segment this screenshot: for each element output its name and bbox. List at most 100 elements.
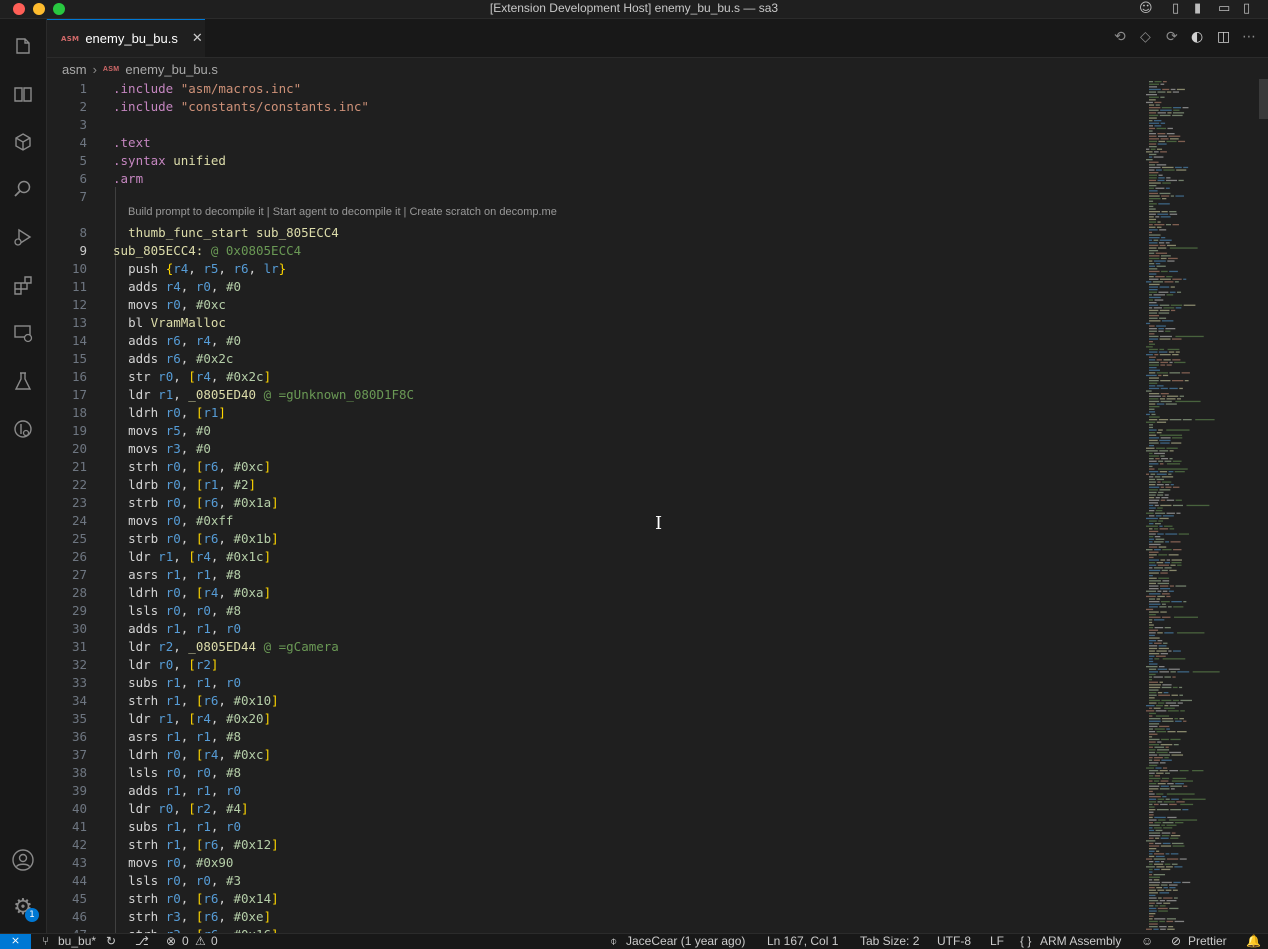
split-editor-icon[interactable]: ◫ (1217, 29, 1230, 45)
go-back-icon[interactable]: ⟲ (1114, 29, 1126, 45)
code-token: ldr (128, 657, 159, 672)
remote-explorer-icon[interactable] (0, 315, 46, 351)
minimap-stroke (1167, 395, 1179, 397)
code-token: , (180, 333, 196, 348)
minimap-stroke (1149, 442, 1159, 444)
toggle-sidebar-icon[interactable]: ▮ (1194, 1, 1201, 16)
minimap-stroke (1171, 842, 1184, 845)
minimap-stroke (1159, 450, 1169, 452)
breadcrumb-file[interactable]: enemy_bu_bu.s (125, 62, 218, 77)
minimap-stroke (1149, 257, 1160, 260)
language-mode[interactable]: ARM Assembly (1040, 934, 1121, 949)
minimap-stroke (1149, 356, 1156, 358)
code-token: , (218, 261, 234, 276)
minimap-stroke (1149, 471, 1159, 473)
copilot-icon[interactable]: ☺ (1139, 1, 1153, 16)
copilot-status-icon[interactable]: ☺ (1141, 934, 1153, 949)
extensions-icon[interactable] (0, 267, 46, 303)
minimap-stroke (1149, 317, 1158, 319)
go-forward-icon[interactable]: ⟳ (1166, 29, 1178, 45)
code-token: r0 (225, 783, 242, 798)
minimap-stroke (1150, 148, 1156, 150)
git-blame[interactable]: JaceCear (1 year ago) (626, 934, 745, 949)
git-compare-icon[interactable]: ⎇ (135, 934, 149, 949)
minimap-stroke (1149, 551, 1159, 553)
minimap-stroke (1159, 920, 1165, 923)
minimap-stroke (1170, 88, 1176, 91)
minimap-stroke (1183, 166, 1189, 169)
code-token: , (180, 405, 196, 420)
toggle-secondary-sidebar-icon[interactable]: ▯ (1243, 1, 1250, 16)
code-token: , (180, 837, 196, 852)
minimap-comment-stroke (1166, 429, 1190, 431)
minimap-comment-stroke (1175, 335, 1204, 338)
minimap-stroke (1169, 569, 1177, 572)
prettier-status[interactable]: Prettier (1188, 934, 1227, 949)
notifications-bell-icon[interactable]: 🔔 (1246, 934, 1261, 949)
breadcrumb-folder[interactable]: asm (62, 62, 87, 77)
layout-controls-icon[interactable]: ▯ (1172, 1, 1179, 16)
code-text: lsls r0, r0, #8 (113, 764, 241, 782)
tab-size[interactable]: Tab Size: 2 (860, 934, 919, 949)
tab-enemy-bu-bu[interactable]: ASM enemy_bu_bu.s ✕ (47, 19, 205, 57)
decompile-codelens[interactable]: Build prompt to decompile it | Start age… (128, 206, 557, 220)
encoding[interactable]: UTF-8 (937, 934, 971, 949)
tab-close-icon[interactable]: ✕ (192, 31, 203, 46)
minimap-stroke (1149, 385, 1156, 387)
code-token: #8 (225, 603, 242, 618)
run-debug-icon[interactable] (0, 219, 46, 255)
git-lens-icon[interactable] (0, 411, 46, 447)
minimap-stroke (1149, 465, 1153, 468)
code-text: ldr r2, _0805ED44 @ =gCamera (113, 638, 339, 656)
minimap-stroke (1149, 811, 1154, 813)
minimap-comment-stroke (1166, 793, 1195, 795)
toggle-panel-icon[interactable]: ▭ (1218, 1, 1230, 16)
minimap-stroke (1153, 676, 1163, 678)
minimap-stroke (1157, 143, 1167, 145)
minimap-stroke (1160, 803, 1168, 806)
line-number: 18 (71, 405, 87, 420)
code-token: , (180, 351, 196, 366)
minimap-stroke (1164, 632, 1174, 634)
code-editor[interactable]: Build prompt to decompile it | Start age… (47, 79, 1132, 933)
minimap-stroke (1149, 614, 1156, 616)
minimap-stroke (1149, 868, 1153, 871)
open-changes-icon[interactable]: ◇ (1140, 29, 1151, 45)
warning-icon[interactable]: ⚠ (195, 934, 206, 949)
minimap-stroke (1146, 840, 1156, 842)
error-icon[interactable]: ⊗ (166, 934, 176, 949)
book-icon[interactable] (0, 76, 46, 112)
minimap[interactable] (1140, 79, 1258, 933)
minimap-stroke (1149, 133, 1156, 135)
minimap-stroke (1178, 179, 1184, 182)
more-actions-icon[interactable]: ⋯ (1242, 29, 1256, 45)
cursor-position[interactable]: Ln 167, Col 1 (767, 934, 838, 949)
explorer-icon[interactable] (0, 28, 46, 64)
minimap-stroke (1149, 889, 1156, 891)
settings-gear-icon[interactable]: ⚙ 1 (0, 889, 46, 925)
package-icon[interactable] (0, 124, 46, 160)
git-graph-icon[interactable]: ◐ (1191, 29, 1203, 45)
minimap-stroke (1149, 263, 1155, 265)
minimap-stroke (1176, 291, 1182, 293)
end-of-line[interactable]: LF (990, 934, 1004, 949)
code-token: strb (128, 531, 166, 546)
account-icon[interactable] (0, 842, 46, 878)
branch-name[interactable]: bu_bu* (58, 934, 96, 949)
sync-icon[interactable]: ↻ (106, 934, 116, 949)
remote-indicator-icon[interactable]: ⨯ (0, 934, 31, 949)
line-number: 44 (71, 873, 87, 888)
minimap-stroke (1149, 315, 1160, 317)
minimap-stroke (1149, 125, 1153, 127)
minimap-stroke (1146, 101, 1153, 104)
minimap-stroke (1162, 580, 1170, 582)
search-icon[interactable] (0, 171, 46, 207)
minimap-stroke (1149, 224, 1153, 226)
code-token: r0 (165, 765, 181, 780)
code-token: [ (188, 657, 196, 672)
minimap-stroke (1166, 294, 1174, 296)
testing-flask-icon[interactable] (0, 363, 46, 399)
vertical-scrollbar[interactable] (1259, 79, 1268, 119)
